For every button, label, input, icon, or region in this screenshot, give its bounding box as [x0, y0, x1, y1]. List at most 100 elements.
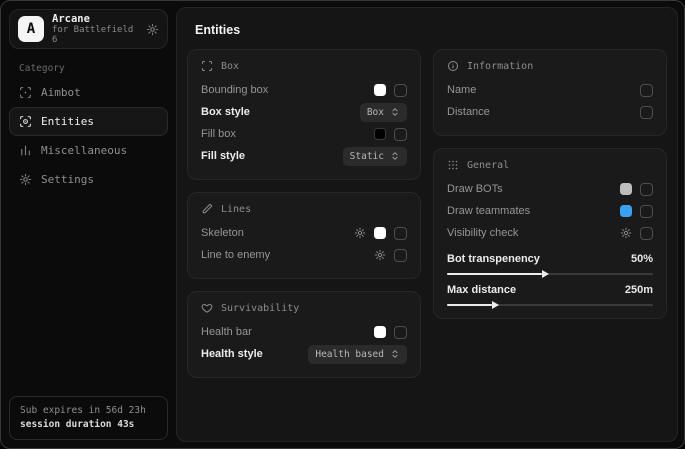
subscription-info: Sub expires in 56d 23h session duration … [9, 396, 168, 441]
chevrons-up-down-icon [390, 151, 400, 161]
scan-corners-icon [201, 60, 213, 72]
draw-bots-checkbox[interactable] [640, 183, 653, 196]
left-column: Box Bounding box Box style Box [187, 49, 421, 378]
row-label: Health bar [201, 326, 252, 338]
color-swatch[interactable] [374, 84, 386, 96]
sidebar-item-label: Settings [41, 173, 94, 186]
brand-subtitle: for Battlefield 6 [52, 25, 138, 46]
card-information-header: Information [447, 60, 653, 72]
row-label: Box style [201, 106, 250, 118]
visibility-options-gear-icon[interactable] [620, 227, 632, 239]
visibility-check-checkbox[interactable] [640, 227, 653, 240]
chevrons-up-down-icon [390, 107, 400, 117]
heart-icon [201, 302, 213, 314]
card-header-label: Survivability [221, 303, 299, 314]
dropdown-value: Box [367, 107, 384, 118]
sidebar-item-aimbot[interactable]: Aimbot [9, 78, 168, 107]
row-label: Fill box [201, 128, 236, 140]
color-swatch[interactable] [374, 128, 386, 140]
max-distance-slider[interactable] [447, 304, 653, 306]
fill-style-dropdown[interactable]: Static [343, 147, 407, 166]
card-survivability-header: Survivability [201, 302, 407, 314]
card-general: General Draw BOTs Draw teammates [433, 148, 667, 319]
sub-expiry-text: Sub expires in 56d 23h [20, 404, 157, 418]
row-health-bar: Health bar [201, 321, 407, 343]
sidebar-item-settings[interactable]: Settings [9, 165, 168, 194]
info-icon [447, 60, 459, 72]
row-draw-teammates: Draw teammates [447, 200, 653, 222]
box-style-dropdown[interactable]: Box [360, 103, 407, 122]
dropdown-value: Health based [315, 349, 384, 360]
slider-fill [447, 273, 542, 275]
category-label: Category [19, 63, 168, 74]
slider-value: 250m [625, 284, 653, 296]
card-survivability: Survivability Health bar Health style He… [187, 291, 421, 378]
row-fill-style: Fill style Static [201, 145, 407, 167]
brand-card: A Arcane for Battlefield 6 [9, 9, 168, 49]
columns: Box Bounding box Box style Box [187, 49, 667, 378]
sidebar-item-label: Entities [41, 115, 94, 128]
bot-transparency-slider[interactable] [447, 273, 653, 275]
bot-transparency-slider-group: Bot transpenency 50% [447, 251, 653, 275]
page-title: Entities [195, 23, 667, 37]
sidebar-item-entities[interactable]: Entities [9, 107, 168, 136]
row-label: Distance [447, 106, 490, 118]
row-label: Name [447, 84, 476, 96]
draw-teammates-checkbox[interactable] [640, 205, 653, 218]
name-checkbox[interactable] [640, 84, 653, 97]
card-header-label: General [467, 160, 509, 171]
sidebar-item-miscellaneous[interactable]: Miscellaneous [9, 136, 168, 165]
row-label: Health style [201, 348, 263, 360]
bars-icon [19, 144, 32, 157]
row-fill-box: Fill box [201, 123, 407, 145]
color-swatch[interactable] [620, 205, 632, 217]
health-bar-checkbox[interactable] [394, 326, 407, 339]
row-label: Draw BOTs [447, 183, 503, 195]
sidebar-item-label: Aimbot [41, 86, 81, 99]
bounding-box-checkbox[interactable] [394, 84, 407, 97]
slider-label: Max distance [447, 284, 516, 296]
skeleton-checkbox[interactable] [394, 227, 407, 240]
color-swatch[interactable] [374, 326, 386, 338]
line-to-enemy-options-gear-icon[interactable] [374, 249, 386, 261]
app-logo: A [18, 16, 44, 42]
brand-title: Arcane [52, 13, 138, 25]
row-line-to-enemy: Line to enemy [201, 244, 407, 266]
main-panel: Entities Box Bounding box [176, 7, 678, 442]
skeleton-options-gear-icon[interactable] [354, 227, 366, 239]
card-lines-header: Lines [201, 203, 407, 215]
card-header-label: Information [467, 61, 533, 72]
distance-checkbox[interactable] [640, 106, 653, 119]
max-distance-slider-group: Max distance 250m [447, 282, 653, 306]
app-window: A Arcane for Battlefield 6 Category Aimb… [0, 0, 685, 449]
row-name: Name [447, 79, 653, 101]
color-swatch[interactable] [620, 183, 632, 195]
card-lines: Lines Skeleton Line to enemy [187, 192, 421, 279]
brand-gear-icon[interactable] [146, 23, 159, 36]
pencil-line-icon [201, 203, 213, 215]
dropdown-value: Static [350, 151, 384, 162]
line-to-enemy-checkbox[interactable] [394, 249, 407, 262]
health-style-dropdown[interactable]: Health based [308, 345, 407, 364]
row-visibility-check: Visibility check [447, 222, 653, 244]
sidebar-item-label: Miscellaneous [41, 144, 127, 157]
row-label: Fill style [201, 150, 245, 162]
card-box: Box Bounding box Box style Box [187, 49, 421, 180]
dots-grid-icon [447, 159, 459, 171]
sidebar-nav: Aimbot Entities Miscellaneous Settings [9, 78, 168, 194]
row-draw-bots: Draw BOTs [447, 178, 653, 200]
scan-eye-icon [19, 115, 32, 128]
row-health-style: Health style Health based [201, 343, 407, 365]
slider-thumb[interactable] [542, 270, 549, 278]
row-bounding-box: Bounding box [201, 79, 407, 101]
slider-label: Bot transpenency [447, 253, 540, 265]
row-skeleton: Skeleton [201, 222, 407, 244]
card-information: Information Name Distance [433, 49, 667, 136]
row-distance: Distance [447, 101, 653, 123]
color-swatch[interactable] [374, 227, 386, 239]
fill-box-checkbox[interactable] [394, 128, 407, 141]
row-label: Bounding box [201, 84, 268, 96]
slider-thumb[interactable] [492, 301, 499, 309]
row-box-style: Box style Box [201, 101, 407, 123]
row-label: Line to enemy [201, 249, 270, 261]
